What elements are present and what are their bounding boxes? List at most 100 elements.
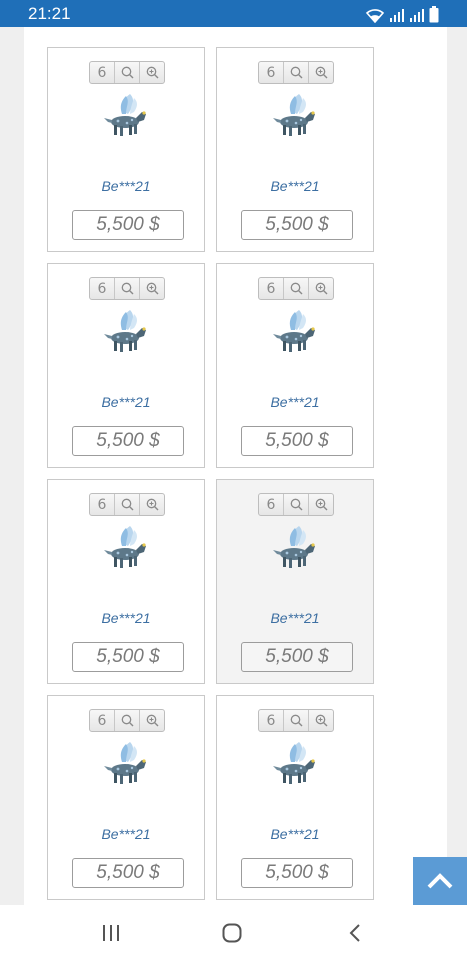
zoom-in-icon (315, 282, 327, 295)
zoom-in-button[interactable] (140, 278, 164, 299)
card-actions: 6 (89, 61, 165, 84)
search-button[interactable] (284, 710, 309, 731)
search-button[interactable] (284, 62, 309, 83)
price-button[interactable]: 5,500 $ (241, 426, 353, 456)
pet-image[interactable] (269, 524, 321, 576)
left-margin (0, 27, 24, 905)
card-actions: 6 (258, 277, 334, 300)
listing-card[interactable]: 6 Be***21 5,500 $ (47, 479, 205, 684)
seller-name[interactable]: Be***21 (217, 610, 373, 626)
search-icon (290, 66, 302, 79)
quantity-badge[interactable]: 6 (90, 494, 115, 515)
card-actions: 6 (89, 493, 165, 516)
card-actions: 6 (258, 61, 334, 84)
listing-card[interactable]: 6 Be***21 5,500 $ (47, 47, 205, 252)
zoom-in-icon (146, 498, 158, 511)
zoom-in-button[interactable] (309, 278, 333, 299)
listing-card[interactable]: 6 Be***21 5,500 $ (216, 47, 374, 252)
listing-card[interactable]: 6 Be***21 5,500 $ (216, 263, 374, 468)
listing-card[interactable]: 6 Be***21 5,500 $ (47, 263, 205, 468)
battery-icon (429, 6, 439, 23)
price-button[interactable]: 5,500 $ (72, 858, 184, 888)
search-icon (121, 498, 133, 511)
zoom-in-button[interactable] (309, 494, 333, 515)
search-icon (121, 66, 133, 79)
status-time: 21:21 (28, 4, 71, 23)
zoom-in-icon (146, 282, 158, 295)
quantity-badge[interactable]: 6 (259, 62, 284, 83)
zoom-in-button[interactable] (140, 62, 164, 83)
pet-image[interactable] (100, 308, 152, 360)
zoom-in-button[interactable] (140, 710, 164, 731)
recent-apps-button[interactable] (96, 919, 126, 947)
search-icon (290, 498, 302, 511)
recent-apps-icon (103, 925, 119, 941)
pet-image[interactable] (269, 308, 321, 360)
quantity-count: 6 (97, 280, 107, 297)
search-button[interactable] (115, 278, 140, 299)
quantity-count: 6 (266, 64, 276, 81)
status-bar: 21:21 (0, 0, 467, 27)
quantity-badge[interactable]: 6 (90, 278, 115, 299)
back-icon (349, 924, 360, 942)
quantity-badge[interactable]: 6 (259, 494, 284, 515)
seller-name[interactable]: Be***21 (217, 826, 373, 842)
price-button[interactable]: 5,500 $ (241, 210, 353, 240)
zoom-in-button[interactable] (140, 494, 164, 515)
price-button[interactable]: 5,500 $ (72, 210, 184, 240)
card-actions: 6 (258, 493, 334, 516)
scroll-to-top-button[interactable] (413, 857, 467, 905)
price-button[interactable]: 5,500 $ (241, 642, 353, 672)
search-button[interactable] (115, 494, 140, 515)
search-icon (121, 282, 133, 295)
listing-card[interactable]: 6 Be***21 5,500 $ (216, 695, 374, 900)
seller-name[interactable]: Be***21 (48, 610, 204, 626)
home-button[interactable] (217, 919, 247, 947)
quantity-count: 6 (266, 280, 276, 297)
back-button[interactable] (340, 919, 370, 947)
quantity-badge[interactable]: 6 (90, 710, 115, 731)
search-icon (121, 714, 133, 727)
quantity-badge[interactable]: 6 (259, 710, 284, 731)
zoom-in-icon (315, 498, 327, 511)
pet-image[interactable] (100, 740, 152, 792)
listing-card[interactable]: 6 Be***21 5,500 $ (216, 479, 374, 684)
search-button[interactable] (115, 62, 140, 83)
card-actions: 6 (89, 277, 165, 300)
zoom-in-button[interactable] (309, 62, 333, 83)
quantity-count: 6 (97, 712, 107, 729)
price-button[interactable]: 5,500 $ (72, 426, 184, 456)
card-actions: 6 (258, 709, 334, 732)
home-icon (222, 923, 242, 943)
seller-name[interactable]: Be***21 (48, 178, 204, 194)
card-actions: 6 (89, 709, 165, 732)
search-button[interactable] (115, 710, 140, 731)
zoom-in-icon (146, 714, 158, 727)
android-nav-bar (0, 905, 467, 960)
pet-image[interactable] (269, 92, 321, 144)
zoom-in-button[interactable] (309, 710, 333, 731)
signal-icon (410, 9, 424, 22)
quantity-badge[interactable]: 6 (259, 278, 284, 299)
pet-image[interactable] (100, 524, 152, 576)
seller-name[interactable]: Be***21 (217, 178, 373, 194)
listing-card[interactable]: 6 Be***21 5,500 $ (47, 695, 205, 900)
price-button[interactable]: 5,500 $ (241, 858, 353, 888)
wifi-icon (365, 9, 385, 23)
right-margin (447, 27, 467, 905)
quantity-count: 6 (97, 496, 107, 513)
listing-page[interactable]: 6 Be***21 5,500 $ 6 Be***21 5,500 $ 6 Be… (0, 27, 467, 905)
price-button[interactable]: 5,500 $ (72, 642, 184, 672)
search-icon (290, 282, 302, 295)
signal-icon (390, 9, 404, 22)
zoom-in-icon (315, 66, 327, 79)
search-button[interactable] (284, 494, 309, 515)
quantity-badge[interactable]: 6 (90, 62, 115, 83)
zoom-in-icon (146, 66, 158, 79)
seller-name[interactable]: Be***21 (217, 394, 373, 410)
seller-name[interactable]: Be***21 (48, 394, 204, 410)
pet-image[interactable] (100, 92, 152, 144)
pet-image[interactable] (269, 740, 321, 792)
search-button[interactable] (284, 278, 309, 299)
seller-name[interactable]: Be***21 (48, 826, 204, 842)
